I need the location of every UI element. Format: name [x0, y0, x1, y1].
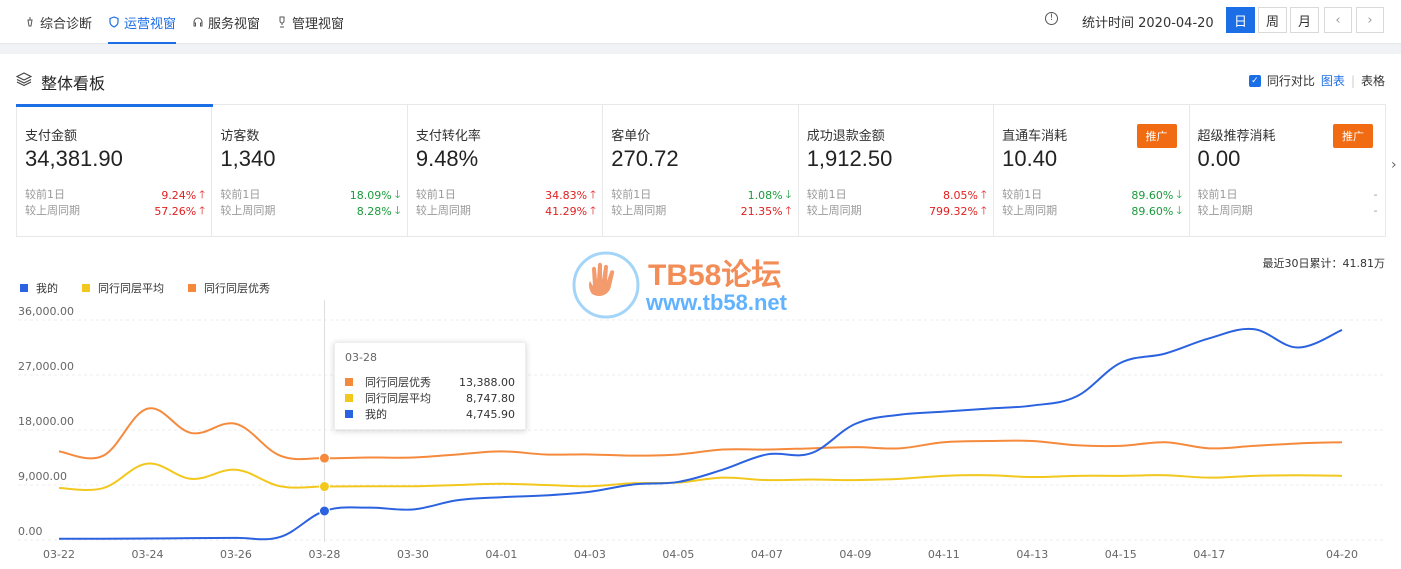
tooltip-swatch	[345, 394, 353, 402]
data-point-highlight[interactable]	[318, 452, 330, 464]
x-tick-label: 04-17	[1193, 548, 1226, 561]
x-tick-label: 03-22	[43, 548, 75, 561]
tooltip-date: 03-28	[345, 351, 377, 364]
y-tick-label: 27,000.00	[18, 360, 74, 373]
tooltip-value: 13,388.00	[459, 375, 515, 389]
x-tick-label: 03-30	[396, 548, 429, 561]
tooltip-series-name: 同行同层平均	[365, 392, 431, 405]
data-point-highlight[interactable]	[318, 481, 330, 493]
x-tick-label: 04-03	[573, 548, 606, 561]
x-tick-label: 04-07	[750, 548, 783, 561]
x-tick-label: 04-15	[1104, 548, 1137, 561]
y-tick-label: 18,000.00	[18, 415, 74, 428]
tooltip-value: 8,747.80	[466, 391, 515, 405]
x-tick-label: 03-26	[219, 548, 252, 561]
x-tick-label: 03-24	[131, 548, 164, 561]
data-point-highlight[interactable]	[318, 505, 330, 517]
tooltip-series-name: 我的	[365, 408, 387, 421]
x-tick-label: 04-05	[662, 548, 695, 561]
tooltip-value: 4,745.90	[466, 407, 515, 421]
y-tick-label: 9,000.00	[18, 470, 67, 483]
x-tick-label: 04-01	[485, 548, 518, 561]
series-line-2	[58, 407, 1343, 461]
tooltip-swatch	[345, 410, 353, 418]
tooltip-row: 我的 4,745.90	[345, 406, 515, 422]
x-tick-label: 04-20	[1326, 548, 1358, 561]
x-tick-label: 04-09	[839, 548, 872, 561]
x-tick-label: 04-11	[927, 548, 960, 561]
tooltip-series-name: 同行同层优秀	[365, 376, 431, 389]
chart-tooltip: 03-28 同行同层优秀 13,388.00 同行同层平均 8,747.80 我的 4…	[334, 342, 526, 430]
x-tick-label: 04-13	[1016, 548, 1049, 561]
y-tick-label: 36,000.00	[18, 305, 74, 318]
x-tick-label: 03-28	[308, 548, 341, 561]
tooltip-row: 同行同层优秀 13,388.00	[345, 374, 515, 390]
y-tick-label: 0.00	[18, 525, 43, 538]
tooltip-row: 同行同层平均 8,747.80	[345, 390, 515, 406]
trend-chart[interactable]	[0, 0, 1401, 569]
tooltip-swatch	[345, 378, 353, 386]
